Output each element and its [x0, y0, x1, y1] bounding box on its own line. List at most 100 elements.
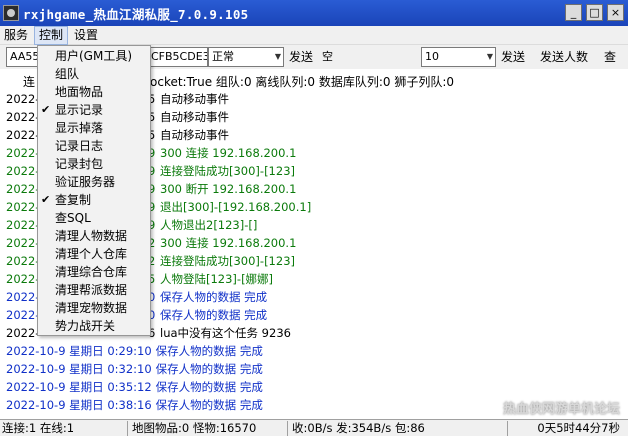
log-row: 2022- 5 人物登陆[123]-[娜娜]: [6, 270, 273, 288]
menu-item-label: 清理帮派数据: [55, 283, 128, 297]
menu-item-0[interactable]: 用户(GM工具): [38, 47, 150, 65]
menu-item-label: 地面物品: [55, 85, 104, 99]
log-timestamp: 2022-: [6, 128, 40, 142]
log-message: 300 连接 192.168.200.1: [160, 236, 297, 250]
mode-select-value: 正常: [212, 50, 234, 63]
log-row: 2022- 0 保存人物的数据 完成: [6, 306, 267, 324]
menu-item-3[interactable]: ✔ 显示记录: [38, 101, 150, 119]
key-input-tail[interactable]: CFB5CDE3C: [148, 47, 208, 67]
send2-button[interactable]: 发送: [499, 47, 527, 67]
log-timestamp: 2022-: [6, 326, 40, 340]
log-timestamp: 2022-10-9 星期日 0:29:10: [6, 344, 152, 358]
menu-item-label: 清理人物数据: [55, 229, 128, 243]
status-map-items: 地图物品:0 怪物:16570: [130, 421, 288, 436]
menu-settings[interactable]: 设置: [70, 26, 102, 45]
mode-select[interactable]: 正常: [208, 47, 284, 67]
checkmark-icon: ✔: [41, 103, 51, 116]
menu-item-13[interactable]: 清理帮派数据: [38, 281, 150, 299]
log-message: 人物退出2[123]-[]: [160, 218, 258, 232]
menu-item-9[interactable]: 查SQL: [38, 209, 150, 227]
checkmark-icon: ✔: [41, 193, 51, 206]
send-button[interactable]: 发送: [288, 47, 314, 67]
log-timestamp: 2022-10-9 星期日 0:38:16: [6, 398, 152, 412]
log-timestamp: 2022-: [6, 110, 40, 124]
menu-item-label: 组队: [55, 67, 80, 81]
watermark: 热血侠网游单机论坛: [502, 402, 620, 417]
title-bar: rxjhgame_热血江湖私服_7.0.9.105 _ □ ×: [0, 0, 628, 26]
menu-item-label: 清理宠物数据: [55, 301, 128, 315]
status-traffic: 收:0B/s 发:354B/s 包:86: [290, 421, 508, 436]
log-row: 2022-10-9 星期日 0:29:10 保存人物的数据 完成: [6, 342, 263, 360]
status-text: ocket:True 组队:0 离线队列:0 数据库队列:0 狮子列队:0: [150, 75, 455, 89]
menu-item-4[interactable]: 显示掉落: [38, 119, 150, 137]
log-row: 2022- 2 连接登陆成功[300]-[123]: [6, 252, 295, 270]
log-timestamp: 2022-: [6, 272, 40, 286]
minimize-button[interactable]: _: [565, 4, 582, 21]
log-timestamp: 2022-10-9 星期日 0:32:10: [6, 362, 152, 376]
menu-item-8[interactable]: ✔ 查复制: [38, 191, 150, 209]
log-row: 2022-10-9 星期日 0:35:12 保存人物的数据 完成: [6, 378, 263, 396]
log-message: 自动移动事件: [160, 110, 229, 124]
log-row: 2022-10-9 星期日 0:38:16 保存人物的数据 完成: [6, 396, 263, 414]
log-timestamp: 2022-: [6, 290, 40, 304]
menu-service[interactable]: 服务: [0, 26, 32, 45]
menu-item-label: 记录日志: [55, 139, 104, 153]
log-timestamp: 2022-: [6, 218, 40, 232]
send-text-value: 空: [322, 50, 333, 63]
log-message: 保存人物的数据 完成: [160, 290, 268, 304]
menu-control[interactable]: 控制: [34, 25, 69, 45]
log-message: 连接登陆成功[300]-[123]: [160, 164, 295, 178]
menu-item-label: 清理综合仓库: [55, 265, 128, 279]
status-prefix: 连: [23, 75, 36, 89]
log-row: 2022- 9 退出[300]-[192.168.200.1]: [6, 198, 311, 216]
count-select[interactable]: 10: [421, 47, 496, 67]
log-row: 2022- 9 连接登陆成功[300]-[123]: [6, 162, 295, 180]
send-count-button[interactable]: 发送人数: [536, 47, 592, 67]
log-message: 人物登陆[123]-[娜娜]: [160, 272, 274, 286]
menu-item-label: 验证服务器: [55, 175, 116, 189]
menu-item-15[interactable]: 势力战开关: [38, 317, 150, 335]
menu-item-label: 清理个人仓库: [55, 247, 128, 261]
menu-item-label: 查SQL: [55, 211, 91, 225]
count-select-value: 10: [425, 50, 439, 63]
log-timestamp: 2022-: [6, 308, 40, 322]
menu-item-10[interactable]: 清理人物数据: [38, 227, 150, 245]
log-message: 300 断开 192.168.200.1: [160, 182, 297, 196]
menu-item-1[interactable]: 组队: [38, 65, 150, 83]
menu-item-7[interactable]: 验证服务器: [38, 173, 150, 191]
menu-item-label: 显示掉落: [55, 121, 104, 135]
log-message: 自动移动事件: [160, 92, 229, 106]
menu-item-5[interactable]: 记录日志: [38, 137, 150, 155]
log-row: 2022- 5 自动移动事件: [6, 90, 229, 108]
log-message: 连接登陆成功[300]-[123]: [160, 254, 295, 268]
log-message: 退出[300]-[192.168.200.1]: [160, 200, 312, 214]
log-timestamp: 2022-: [6, 146, 40, 160]
maximize-button[interactable]: □: [586, 4, 603, 21]
log-row: 2022- 9 300 断开 192.168.200.1: [6, 180, 296, 198]
log-timestamp: 2022-: [6, 164, 40, 178]
log-timestamp: 2022-: [6, 236, 40, 250]
log-row: 2022- 2 300 连接 192.168.200.1: [6, 234, 296, 252]
log-row: 2022- 0 保存人物的数据 完成: [6, 288, 267, 306]
app-icon: [3, 5, 19, 21]
query-button[interactable]: 查: [600, 47, 620, 67]
log-timestamp: 2022-: [6, 182, 40, 196]
key-input-tail-text: CFB5CDE3C: [151, 50, 207, 63]
menu-bar: 服务 控制 设置: [0, 25, 628, 45]
log-row: 2022- 6 lua中没有这个任务 9236: [6, 324, 291, 342]
window-controls: _ □ ×: [565, 4, 624, 21]
log-message: 保存人物的数据 完成: [155, 344, 263, 358]
menu-item-label: 记录封包: [55, 157, 104, 171]
menu-item-6[interactable]: 记录封包: [38, 155, 150, 173]
log-message: lua中没有这个任务 9236: [160, 326, 291, 340]
menu-item-label: 显示记录: [55, 103, 104, 117]
menu-item-2[interactable]: 地面物品: [38, 83, 150, 101]
log-row: 2022-10-9 星期日 0:32:10 保存人物的数据 完成: [6, 360, 263, 378]
menu-item-14[interactable]: 清理宠物数据: [38, 299, 150, 317]
close-button[interactable]: ×: [607, 4, 624, 21]
menu-item-12[interactable]: 清理综合仓库: [38, 263, 150, 281]
send-text-input[interactable]: 空: [318, 47, 418, 67]
menu-item-11[interactable]: 清理个人仓库: [38, 245, 150, 263]
log-row: 2022- 9 人物退出2[123]-[]: [6, 216, 257, 234]
status-connections: 连接:1 在线:1: [0, 421, 128, 436]
